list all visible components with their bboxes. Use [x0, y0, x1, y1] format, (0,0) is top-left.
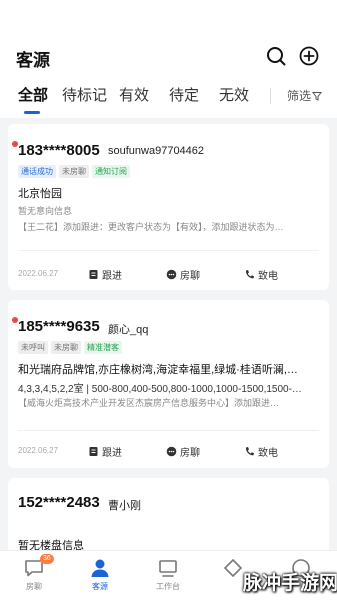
- house-chat-label: 房聊: [180, 448, 200, 459]
- tabbar-item-customers[interactable]: 客源: [75, 557, 125, 592]
- plus-circle-icon[interactable]: [299, 46, 319, 66]
- call-label: 致电: [258, 271, 278, 282]
- customer-card[interactable]: 185****9635 颜心_qq 未呼叫 未房聊 精准潜客 和光瑞府品牌馆,亦…: [8, 300, 329, 468]
- tab-divider: [270, 88, 271, 104]
- workbench-icon: [159, 560, 177, 577]
- chat-bubble-icon: [166, 269, 177, 280]
- tab-invalid[interactable]: 无效: [219, 84, 249, 105]
- tag: 未房聊: [51, 341, 81, 354]
- tabbar-label: 工作台: [156, 582, 180, 591]
- customer-phone: 185****9635: [18, 318, 100, 335]
- follow-up-note: 【王二花】添加跟进：更改客户状态为【有效】，添加跟进状态为…: [18, 222, 284, 232]
- funnel-icon: [312, 91, 323, 101]
- tab-to-mark[interactable]: 待标记: [62, 84, 107, 105]
- house-chat-button[interactable]: 房聊: [166, 267, 200, 282]
- intent-info: 暂无意向信息: [18, 206, 73, 216]
- top-bar: 客源 全部 待标记 有效 待定 无效 筛选: [0, 0, 337, 118]
- project-name: 北京怡园: [18, 188, 62, 200]
- tabbar-item-workbench[interactable]: 工作台: [143, 557, 193, 592]
- customer-phone: 183****8005: [18, 142, 100, 159]
- house-chat-label: 房聊: [180, 271, 200, 282]
- customer-phone: 152****2483: [18, 494, 100, 511]
- customer-card[interactable]: 183****8005 soufunwa97704462 通话成功 未房聊 通知…: [8, 124, 329, 290]
- phone-icon: [245, 447, 254, 456]
- watermark-text: 脉冲手游网: [243, 573, 337, 594]
- house-chat-button[interactable]: 房聊: [166, 444, 200, 459]
- card-date: 2022.06.27: [18, 446, 59, 455]
- note-icon: [89, 447, 98, 456]
- diamond-icon[interactable]: [222, 557, 244, 579]
- tag: 通知订阅: [92, 165, 130, 178]
- follow-up-note: 【威海火炬高技术产业开发区杰宸房产信息服务中心】添加跟进…: [18, 398, 280, 408]
- page-title: 客源: [16, 51, 50, 70]
- card-footer: 2022.06.27 跟进 房聊 致电: [8, 267, 329, 283]
- tag: 未房聊: [59, 165, 89, 178]
- filter-button[interactable]: 筛选: [287, 87, 323, 104]
- tab-pending[interactable]: 待定: [169, 84, 199, 105]
- project-list: 和光瑞府品牌馆,亦庄橡树湾,海淀幸福里,绿城·桂语听澜,…: [18, 364, 298, 376]
- unread-count-badge: 36: [40, 554, 54, 564]
- divider: [18, 250, 319, 251]
- tabbar-item-house-chat[interactable]: 36 房聊: [9, 554, 59, 592]
- chat-bubble-icon: [166, 446, 177, 457]
- customer-name: soufunwa97704462: [108, 145, 205, 157]
- tag: 精准潜客: [84, 341, 122, 354]
- card-footer: 2022.06.27 跟进 房聊 致电: [8, 444, 329, 460]
- follow-up-button[interactable]: 跟进: [88, 267, 122, 282]
- call-button[interactable]: 致电: [244, 444, 278, 459]
- filter-label: 筛选: [287, 89, 312, 103]
- customer-card[interactable]: 152****2483 曹小刚 暂无楼盘信息: [8, 478, 329, 558]
- tab-valid[interactable]: 有效: [119, 84, 149, 105]
- customer-name: 曹小刚: [108, 500, 141, 512]
- card-date: 2022.06.27: [18, 269, 59, 278]
- follow-up-label: 跟进: [102, 448, 122, 459]
- tab-all[interactable]: 全部: [18, 84, 48, 105]
- divider: [18, 430, 319, 431]
- tabbar-label: 客源: [92, 582, 108, 591]
- follow-up-button[interactable]: 跟进: [88, 444, 122, 459]
- tag-list: 通话成功 未房聊 通知订阅: [18, 165, 130, 178]
- follow-up-label: 跟进: [102, 271, 122, 282]
- search-icon[interactable]: [266, 46, 286, 66]
- call-label: 致电: [258, 448, 278, 459]
- active-tab-indicator: [24, 111, 40, 114]
- note-icon: [89, 270, 98, 279]
- room-budget-info: 4,3,3,4,5,2,2室 | 500-800,400-500,800-100…: [18, 384, 302, 395]
- tag-list: 未呼叫 未房聊 精准潜客: [18, 341, 122, 354]
- phone-icon: [245, 270, 254, 279]
- tabbar-label: 房聊: [26, 582, 42, 591]
- tag: 通话成功: [18, 165, 56, 178]
- call-button[interactable]: 致电: [244, 267, 278, 282]
- person-icon: [91, 559, 109, 577]
- tag: 未呼叫: [18, 341, 48, 354]
- status-tabs: 全部 待标记 有效 待定 无效 筛选: [0, 84, 337, 114]
- customer-name: 颜心_qq: [108, 324, 149, 336]
